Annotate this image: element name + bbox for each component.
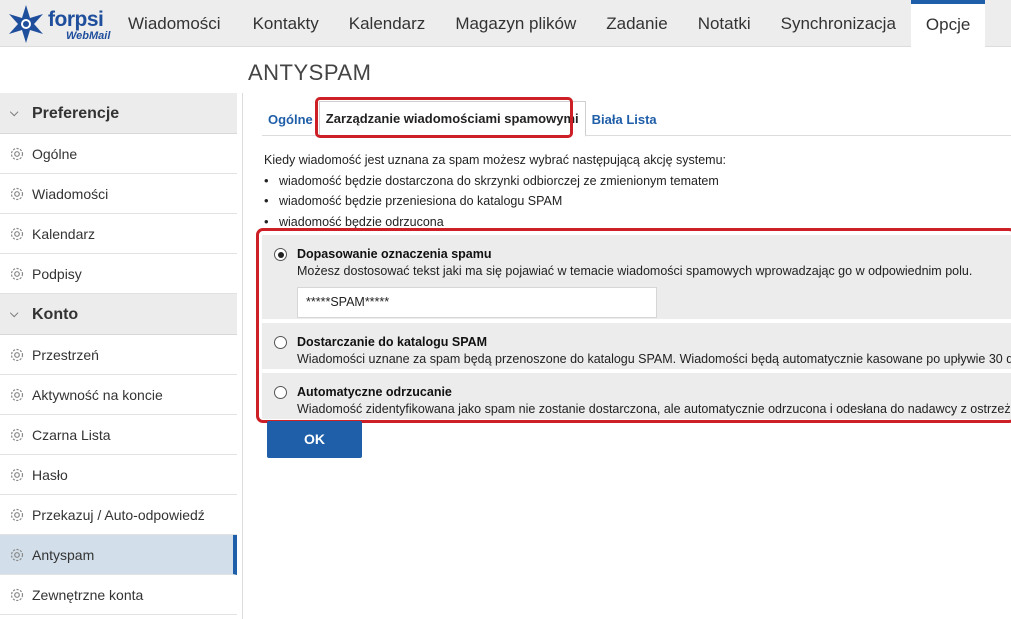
gear-icon bbox=[10, 227, 24, 240]
gear-icon bbox=[10, 388, 24, 401]
sidebar-item-label: Przekazuj / Auto-odpowiedź bbox=[32, 506, 205, 523]
sidebar-divider bbox=[242, 93, 243, 619]
sidebar-item-label: Podpisy bbox=[32, 265, 82, 282]
chevron-down-icon: ⌵ bbox=[10, 106, 19, 119]
sidebar-section-preferencje[interactable]: ⌵ Preferencje bbox=[0, 93, 237, 134]
gear-icon bbox=[10, 588, 24, 601]
sidebar-item-label: Hasło bbox=[32, 466, 68, 483]
page-title: ANTYSPAM bbox=[248, 60, 372, 85]
nav-synchronizacja[interactable]: Synchronizacja bbox=[766, 0, 911, 47]
sidebar-section-label: Preferencje bbox=[32, 104, 120, 122]
sidebar-item-label: Wiadomości bbox=[32, 185, 109, 202]
annotation-highlight-tab bbox=[315, 97, 573, 138]
sidebar-item-kalendarz[interactable]: Kalendarz bbox=[0, 214, 237, 254]
sidebar-item-label: Czarna Lista bbox=[32, 426, 111, 443]
nav-magazyn-plikow[interactable]: Magazyn plików bbox=[440, 0, 591, 47]
sidebar-item-przekazuj[interactable]: Przekazuj / Auto-odpowiedź bbox=[0, 495, 237, 535]
sidebar-item-przestrzen[interactable]: Przestrzeń bbox=[0, 335, 237, 375]
gear-icon bbox=[10, 508, 24, 521]
gear-icon bbox=[10, 267, 24, 280]
sidebar-item-label: Ogólne bbox=[32, 145, 78, 162]
sidebar-item-label: Aktywność na koncie bbox=[32, 386, 163, 403]
sidebar-item-label: Zewnętrzne konta bbox=[32, 586, 144, 603]
gear-icon bbox=[10, 147, 24, 160]
list-item: wiadomość będzie dostarczona do skrzynki… bbox=[264, 171, 726, 192]
tab-ogolne[interactable]: Ogólne bbox=[262, 112, 319, 127]
forpsi-star-icon bbox=[9, 5, 43, 43]
nav-kalendarz[interactable]: Kalendarz bbox=[334, 0, 441, 47]
list-item: wiadomość będzie przeniesiona do katalog… bbox=[264, 191, 726, 212]
sidebar-item-label: Kalendarz bbox=[32, 225, 96, 242]
gear-icon bbox=[10, 468, 24, 481]
sidebar-item-label: Przestrzeń bbox=[32, 346, 99, 363]
nav-zadanie[interactable]: Zadanie bbox=[591, 0, 682, 47]
sidebar-section-label: Konto bbox=[32, 305, 79, 323]
gear-icon bbox=[10, 187, 24, 200]
nav-wiadomosci[interactable]: Wiadomości bbox=[113, 0, 238, 47]
annotation-highlight-options bbox=[256, 228, 1011, 423]
main-nav: Wiadomości Kontakty Kalendarz Magazyn pl… bbox=[113, 0, 986, 48]
nav-kontakty[interactable]: Kontakty bbox=[238, 0, 334, 47]
logo-brand-sub: WebMail bbox=[66, 30, 111, 42]
nav-opcje[interactable]: Opcje bbox=[910, 0, 986, 48]
sidebar-item-antyspam[interactable]: Antyspam bbox=[0, 535, 237, 575]
spam-description: Kiedy wiadomość jest uznana za spam może… bbox=[264, 151, 726, 232]
sidebar-item-wiadomosci[interactable]: Wiadomości bbox=[0, 174, 237, 214]
sidebar-section-konto[interactable]: ⌵ Konto bbox=[0, 294, 237, 335]
gear-icon bbox=[10, 348, 24, 361]
sidebar-item-zewnetrzne-konta[interactable]: Zewnętrzne konta bbox=[0, 575, 237, 615]
sidebar-item-aktywnosc[interactable]: Aktywność na koncie bbox=[0, 375, 237, 415]
chevron-down-icon: ⌵ bbox=[10, 307, 19, 320]
top-navigation-bar: forpsi WebMail Wiadomości Kontakty Kalen… bbox=[0, 0, 1011, 48]
logo-brand-name: forpsi bbox=[48, 8, 104, 31]
tab-biala-lista[interactable]: Biała Lista bbox=[586, 112, 663, 127]
sidebar-item-czarna-lista[interactable]: Czarna Lista bbox=[0, 415, 237, 455]
intro-text: Kiedy wiadomość jest uznana za spam może… bbox=[264, 153, 727, 167]
nav-notatki[interactable]: Notatki bbox=[683, 0, 766, 47]
gear-icon bbox=[10, 548, 24, 561]
forpsi-logo[interactable]: forpsi WebMail bbox=[4, 3, 112, 45]
sidebar-item-ogolne[interactable]: Ogólne bbox=[0, 134, 237, 174]
sidebar-item-label: Antyspam bbox=[32, 546, 95, 563]
gear-icon bbox=[10, 428, 24, 441]
sidebar: ⌵ Preferencje Ogólne Wiadomości Kalendar… bbox=[0, 93, 237, 619]
sidebar-item-podpisy[interactable]: Podpisy bbox=[0, 254, 237, 294]
sidebar-item-haslo[interactable]: Hasło bbox=[0, 455, 237, 495]
ok-button[interactable]: OK bbox=[267, 421, 362, 458]
action-list: wiadomość będzie dostarczona do skrzynki… bbox=[264, 171, 726, 233]
